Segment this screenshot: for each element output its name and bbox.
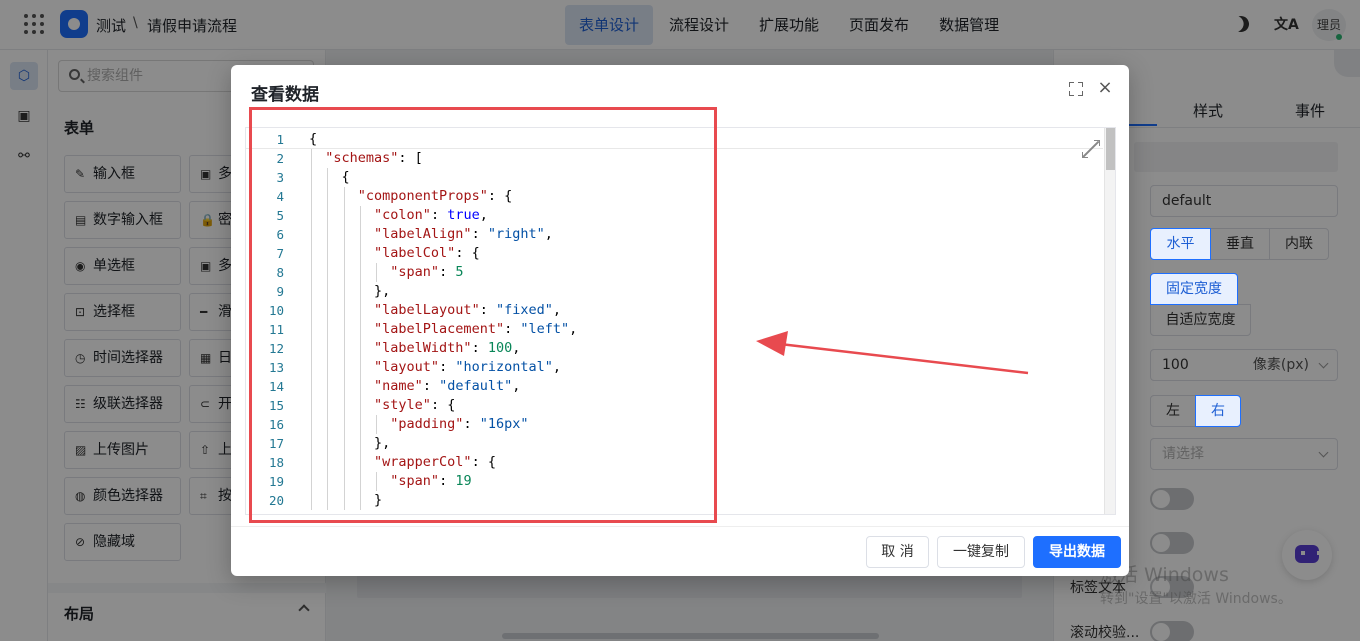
scrollbar-thumb[interactable] bbox=[1106, 128, 1115, 170]
cancel-button[interactable]: 取 消 bbox=[866, 536, 929, 568]
highlight-box bbox=[249, 107, 717, 523]
width-fixed[interactable]: 固定宽度 bbox=[1150, 273, 1238, 305]
export-data-button[interactable]: 导出数据 bbox=[1033, 536, 1121, 568]
vertical-scrollbar[interactable] bbox=[1104, 128, 1115, 514]
layout-horizontal[interactable]: 水平 bbox=[1150, 228, 1211, 260]
modal-title: 查看数据 bbox=[251, 85, 319, 105]
close-icon[interactable]: × bbox=[1097, 79, 1113, 97]
align-right[interactable]: 右 bbox=[1195, 395, 1241, 427]
fullscreen-icon[interactable] bbox=[1069, 82, 1083, 96]
expand-editor-icon[interactable] bbox=[1082, 140, 1100, 158]
copy-button[interactable]: 一键复制 bbox=[937, 536, 1025, 568]
modal-footer-divider bbox=[231, 526, 1129, 527]
